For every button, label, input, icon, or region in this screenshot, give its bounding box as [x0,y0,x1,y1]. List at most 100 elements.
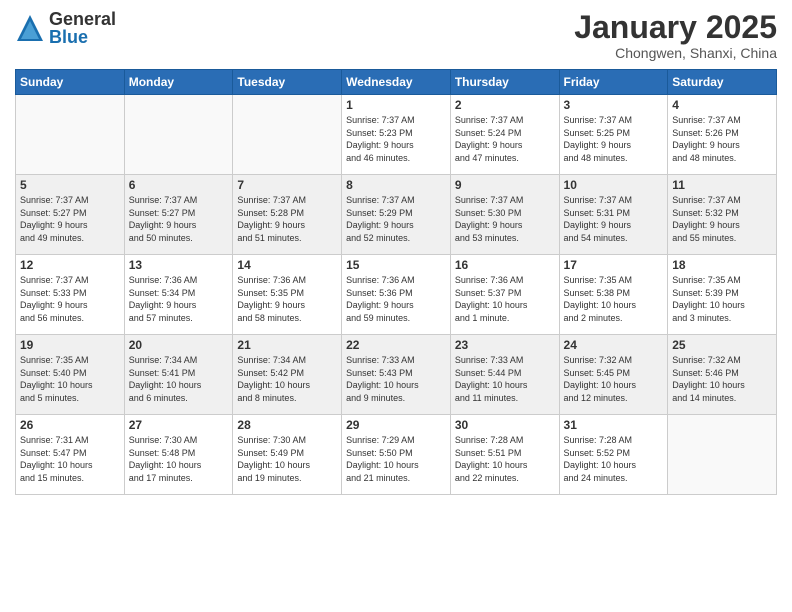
day-number: 26 [20,418,120,432]
title-section: January 2025 Chongwen, Shanxi, China [574,10,777,61]
calendar-week-row: 12 Sunrise: 7:37 AM Sunset: 5:33 PM Dayli… [16,255,777,335]
day-info: Sunrise: 7:37 AM Sunset: 5:29 PM Dayligh… [346,194,446,244]
month-title: January 2025 [574,10,777,45]
day-number: 12 [20,258,120,272]
location-subtitle: Chongwen, Shanxi, China [574,45,777,61]
calendar-day-cell: 18Sunrise: 7:35 AM Sunset: 5:39 PM Dayli… [668,255,777,335]
day-info: Sunrise: 7:37 AM Sunset: 5:30 PM Dayligh… [455,194,555,244]
day-number: 24 [564,338,664,352]
day-info: Sunrise: 7:36 AM Sunset: 5:34 PM Dayligh… [129,274,229,324]
day-number: 13 [129,258,229,272]
calendar-day-cell [233,95,342,175]
calendar-day-cell: 12 Sunrise: 7:37 AM Sunset: 5:33 PM Dayli… [16,255,125,335]
day-info: Sunrise: 7:35 AM Sunset: 5:38 PM Dayligh… [564,274,664,324]
calendar-week-row: 19Sunrise: 7:35 AM Sunset: 5:40 PM Dayli… [16,335,777,415]
day-number: 20 [129,338,229,352]
calendar-day-cell: 2Sunrise: 7:37 AM Sunset: 5:24 PM Daylig… [450,95,559,175]
day-info: Sunrise: 7:32 AM Sunset: 5:46 PM Dayligh… [672,354,772,404]
calendar-day-cell: 24 Sunrise: 7:32 AM Sunset: 5:45 PM Dayli… [559,335,668,415]
calendar-day-cell: 7Sunrise: 7:37 AM Sunset: 5:28 PM Daylig… [233,175,342,255]
logo-general-text: General [49,10,116,28]
weekday-header-monday: Monday [124,70,233,95]
day-number: 27 [129,418,229,432]
day-info: Sunrise: 7:37 AM Sunset: 5:26 PM Dayligh… [672,114,772,164]
weekday-header-tuesday: Tuesday [233,70,342,95]
logo-icon [15,13,45,43]
day-number: 10 [564,178,664,192]
weekday-header-sunday: Sunday [16,70,125,95]
day-info: Sunrise: 7:36 AM Sunset: 5:36 PM Dayligh… [346,274,446,324]
calendar-day-cell: 8 Sunrise: 7:37 AM Sunset: 5:29 PM Daylig… [342,175,451,255]
day-info: Sunrise: 7:34 AM Sunset: 5:42 PM Dayligh… [237,354,337,404]
weekday-header-row: SundayMondayTuesdayWednesdayThursdayFrid… [16,70,777,95]
day-number: 9 [455,178,555,192]
day-info: Sunrise: 7:37 AM Sunset: 5:32 PM Dayligh… [672,194,772,244]
calendar-day-cell: 17 Sunrise: 7:35 AM Sunset: 5:38 PM Dayli… [559,255,668,335]
day-info: Sunrise: 7:37 AM Sunset: 5:27 PM Dayligh… [129,194,229,244]
calendar-day-cell: 20 Sunrise: 7:34 AM Sunset: 5:41 PM Dayli… [124,335,233,415]
calendar-day-cell: 5Sunrise: 7:37 AM Sunset: 5:27 PM Daylig… [16,175,125,255]
day-number: 23 [455,338,555,352]
day-number: 21 [237,338,337,352]
day-number: 17 [564,258,664,272]
day-info: Sunrise: 7:37 AM Sunset: 5:28 PM Dayligh… [237,194,337,244]
day-number: 8 [346,178,446,192]
calendar-day-cell: 26Sunrise: 7:31 AM Sunset: 5:47 PM Dayli… [16,415,125,495]
logo-blue-text: Blue [49,28,116,46]
day-info: Sunrise: 7:29 AM Sunset: 5:50 PM Dayligh… [346,434,446,484]
calendar-day-cell: 25Sunrise: 7:32 AM Sunset: 5:46 PM Dayli… [668,335,777,415]
day-number: 31 [564,418,664,432]
calendar-day-cell: 27 Sunrise: 7:30 AM Sunset: 5:48 PM Dayli… [124,415,233,495]
day-info: Sunrise: 7:33 AM Sunset: 5:44 PM Dayligh… [455,354,555,404]
calendar-day-cell [668,415,777,495]
calendar-day-cell: 21 Sunrise: 7:34 AM Sunset: 5:42 PM Dayli… [233,335,342,415]
day-info: Sunrise: 7:36 AM Sunset: 5:37 PM Dayligh… [455,274,555,324]
calendar-week-row: 26Sunrise: 7:31 AM Sunset: 5:47 PM Dayli… [16,415,777,495]
day-number: 5 [20,178,120,192]
calendar-day-cell: 29 Sunrise: 7:29 AM Sunset: 5:50 PM Dayli… [342,415,451,495]
day-info: Sunrise: 7:35 AM Sunset: 5:40 PM Dayligh… [20,354,120,404]
weekday-header-thursday: Thursday [450,70,559,95]
day-number: 15 [346,258,446,272]
day-info: Sunrise: 7:30 AM Sunset: 5:49 PM Dayligh… [237,434,337,484]
weekday-header-saturday: Saturday [668,70,777,95]
calendar-day-cell: 19Sunrise: 7:35 AM Sunset: 5:40 PM Dayli… [16,335,125,415]
page-header: General Blue January 2025 Chongwen, Shan… [15,10,777,61]
day-info: Sunrise: 7:28 AM Sunset: 5:52 PM Dayligh… [564,434,664,484]
day-number: 30 [455,418,555,432]
day-info: Sunrise: 7:34 AM Sunset: 5:41 PM Dayligh… [129,354,229,404]
calendar-day-cell: 22 Sunrise: 7:33 AM Sunset: 5:43 PM Dayli… [342,335,451,415]
calendar-day-cell: 11Sunrise: 7:37 AM Sunset: 5:32 PM Dayli… [668,175,777,255]
calendar-day-cell: 23 Sunrise: 7:33 AM Sunset: 5:44 PM Dayli… [450,335,559,415]
day-info: Sunrise: 7:37 AM Sunset: 5:25 PM Dayligh… [564,114,664,164]
day-number: 6 [129,178,229,192]
day-number: 2 [455,98,555,112]
calendar-day-cell: 15 Sunrise: 7:36 AM Sunset: 5:36 PM Dayli… [342,255,451,335]
calendar-day-cell: 6 Sunrise: 7:37 AM Sunset: 5:27 PM Daylig… [124,175,233,255]
day-info: Sunrise: 7:30 AM Sunset: 5:48 PM Dayligh… [129,434,229,484]
day-info: Sunrise: 7:32 AM Sunset: 5:45 PM Dayligh… [564,354,664,404]
day-info: Sunrise: 7:35 AM Sunset: 5:39 PM Dayligh… [672,274,772,324]
calendar-table: SundayMondayTuesdayWednesdayThursdayFrid… [15,69,777,495]
weekday-header-wednesday: Wednesday [342,70,451,95]
day-number: 29 [346,418,446,432]
day-number: 16 [455,258,555,272]
day-number: 3 [564,98,664,112]
calendar-day-cell [124,95,233,175]
weekday-header-friday: Friday [559,70,668,95]
calendar-day-cell: 10 Sunrise: 7:37 AM Sunset: 5:31 PM Dayli… [559,175,668,255]
calendar-day-cell: 9 Sunrise: 7:37 AM Sunset: 5:30 PM Daylig… [450,175,559,255]
calendar-day-cell: 30Sunrise: 7:28 AM Sunset: 5:51 PM Dayli… [450,415,559,495]
day-info: Sunrise: 7:33 AM Sunset: 5:43 PM Dayligh… [346,354,446,404]
day-number: 22 [346,338,446,352]
calendar-day-cell: 28 Sunrise: 7:30 AM Sunset: 5:49 PM Dayli… [233,415,342,495]
calendar-day-cell: 13 Sunrise: 7:36 AM Sunset: 5:34 PM Dayli… [124,255,233,335]
day-number: 14 [237,258,337,272]
day-info: Sunrise: 7:37 AM Sunset: 5:33 PM Dayligh… [20,274,120,324]
day-info: Sunrise: 7:37 AM Sunset: 5:31 PM Dayligh… [564,194,664,244]
calendar-day-cell: 3 Sunrise: 7:37 AM Sunset: 5:25 PM Daylig… [559,95,668,175]
day-number: 28 [237,418,337,432]
day-number: 1 [346,98,446,112]
day-number: 4 [672,98,772,112]
calendar-day-cell [16,95,125,175]
